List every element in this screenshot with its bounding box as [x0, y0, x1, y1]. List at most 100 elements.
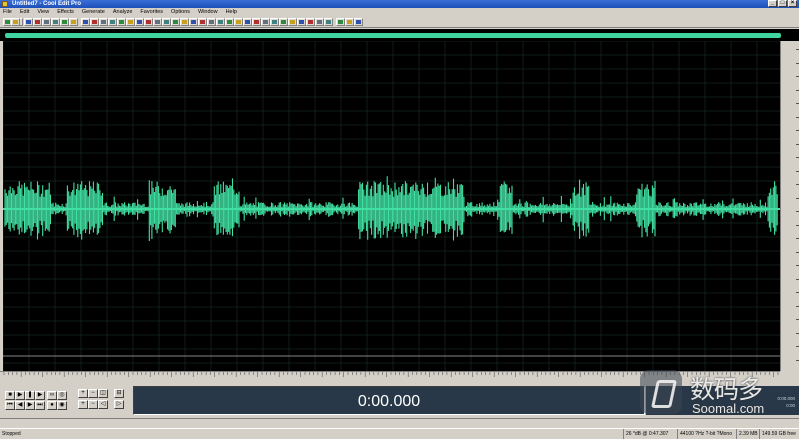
zoom-in-icon[interactable]: +: [78, 389, 88, 398]
menu-file[interactable]: File: [0, 8, 17, 16]
toolbar-button-icon[interactable]: [99, 18, 108, 26]
play-to-end-icon[interactable]: ▶: [35, 391, 45, 400]
toolbar-button-icon[interactable]: [252, 18, 261, 26]
status-state: Stopped: [2, 431, 21, 437]
tool-icon: [299, 20, 304, 24]
tool-icon: [83, 20, 88, 24]
minimize-icon[interactable]: _: [768, 0, 777, 7]
menu-options[interactable]: Options: [168, 8, 195, 16]
menu-analyze[interactable]: Analyze: [110, 8, 138, 16]
toolbar-button-icon[interactable]: [42, 18, 51, 26]
toolbar-button-icon[interactable]: [315, 18, 324, 26]
toolbar-button-icon[interactable]: [207, 18, 216, 26]
tool-icon: [272, 20, 277, 24]
tool-icon: [338, 20, 343, 24]
waveform-view[interactable]: [2, 40, 780, 371]
toolbar-button-icon[interactable]: [198, 18, 207, 26]
toolbar-button-icon[interactable]: [33, 18, 42, 26]
soomal-logo-icon: [640, 370, 682, 414]
close-icon[interactable]: ×: [788, 0, 797, 7]
menu-edit[interactable]: Edit: [17, 8, 34, 16]
zoom-in-v-icon[interactable]: +: [78, 400, 88, 409]
tool-icon: [308, 20, 313, 24]
toolbar-button-icon[interactable]: [144, 18, 153, 26]
toolbar-button-icon[interactable]: [180, 18, 189, 26]
record-icon[interactable]: ●: [47, 401, 57, 410]
goto-start-icon[interactable]: ⏮: [5, 401, 15, 410]
menu-view[interactable]: View: [34, 8, 54, 16]
goto-end-icon[interactable]: ⏭: [35, 401, 45, 410]
tool-icon: [62, 20, 67, 24]
toolbar-button-icon[interactable]: [225, 18, 234, 26]
toolbar-button-icon[interactable]: [279, 18, 288, 26]
toolbar-button-icon[interactable]: [189, 18, 198, 26]
zoom-full-icon[interactable]: ◫: [98, 389, 108, 398]
tool-icon: [227, 20, 232, 24]
toolbar-button-icon[interactable]: [126, 18, 135, 26]
cd-icon[interactable]: ◉: [57, 401, 67, 410]
rewind-icon[interactable]: ◀: [15, 401, 25, 410]
toolbar-button-icon[interactable]: [162, 18, 171, 26]
tool-icon: [146, 20, 151, 24]
toolbar-button-icon[interactable]: [306, 18, 315, 26]
time-display: 0:00.000: [133, 386, 645, 415]
toolbar-button-icon[interactable]: [345, 18, 354, 26]
toolbar-button-icon[interactable]: [135, 18, 144, 26]
pause-icon[interactable]: ❚: [25, 391, 35, 400]
toolbar-button-icon[interactable]: [69, 18, 78, 26]
tool-icon: [200, 20, 205, 24]
watermark-url: Soomal.com: [692, 401, 765, 416]
zoom-out-icon[interactable]: −: [88, 389, 98, 398]
toolbar-button-icon[interactable]: [108, 18, 117, 26]
zoom-sel-icon[interactable]: ⊟: [114, 389, 124, 398]
toolbar-button-icon[interactable]: [354, 18, 363, 26]
loop-icon[interactable]: ∞: [47, 391, 57, 400]
tool-icon: [326, 20, 331, 24]
toolbar-button-icon[interactable]: [216, 18, 225, 26]
toolbar-button-icon[interactable]: [243, 18, 252, 26]
zoom-left-icon[interactable]: ◁: [98, 400, 108, 409]
zoom-right-icon[interactable]: ▷: [114, 400, 124, 409]
toolbar-button-icon[interactable]: [60, 18, 69, 26]
tool-icon: [71, 20, 76, 24]
toolbar-button-icon[interactable]: [153, 18, 162, 26]
toolbar-button-icon[interactable]: [288, 18, 297, 26]
tool-icon: [218, 20, 223, 24]
tool-icon: [281, 20, 286, 24]
horizontal-scrollbar[interactable]: [0, 418, 799, 428]
toolbar-button-icon[interactable]: [90, 18, 99, 26]
record-options-icon[interactable]: ◎: [57, 391, 67, 400]
toolbar-button-icon[interactable]: [297, 18, 306, 26]
zoom-out-v-icon[interactable]: −: [88, 400, 98, 409]
tool-icon: [182, 20, 187, 24]
tool-icon: [347, 20, 352, 24]
tool-icon: [173, 20, 178, 24]
menu-help[interactable]: Help: [223, 8, 242, 16]
toolbar-button-icon[interactable]: [261, 18, 270, 26]
menu-generate[interactable]: Generate: [79, 8, 110, 16]
fast-forward-icon[interactable]: ▶: [25, 401, 35, 410]
maximize-icon[interactable]: □: [778, 0, 787, 7]
tool-icon: [263, 20, 268, 24]
toolbar-button-icon[interactable]: [81, 18, 90, 26]
overview-bar[interactable]: [5, 33, 781, 38]
play-icon[interactable]: ▶: [15, 391, 25, 400]
toolbar-button-icon[interactable]: [24, 18, 33, 26]
status-free: 149.59 GB free: [759, 429, 799, 439]
watermark: 数码多 Soomal.com: [640, 368, 790, 418]
menu-window[interactable]: Window: [195, 8, 223, 16]
toolbar-button-icon[interactable]: [234, 18, 243, 26]
toolbar-button-icon[interactable]: [51, 18, 60, 26]
toolbar-button-icon[interactable]: [117, 18, 126, 26]
tool-icon: [137, 20, 142, 24]
toolbar-button-icon[interactable]: [11, 18, 20, 26]
toolbar-button-icon[interactable]: [336, 18, 345, 26]
toolbar-button-icon[interactable]: [324, 18, 333, 26]
toolbar-button-icon[interactable]: [270, 18, 279, 26]
toolbar-button-icon[interactable]: [171, 18, 180, 26]
tool-icon: [110, 20, 115, 24]
menu-favorites[interactable]: Favorites: [137, 8, 168, 16]
stop-icon[interactable]: ■: [5, 391, 15, 400]
menu-effects[interactable]: Effects: [54, 8, 79, 16]
tool-icon: [44, 20, 49, 24]
